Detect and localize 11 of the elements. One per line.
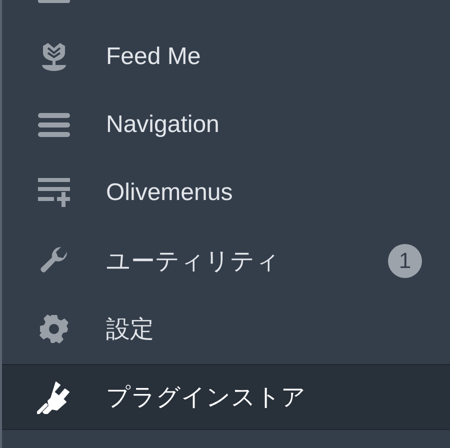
menu-item[interactable]: ユーティリティ 1 [2, 227, 450, 295]
menu-item[interactable]: 設定 [2, 295, 450, 363]
list-add-icon [38, 178, 70, 208]
menu-item[interactable]: Feed Me [2, 23, 450, 91]
menu-item[interactable]: Navigation [2, 91, 450, 159]
menu-item[interactable]: プラグインストア [2, 364, 450, 430]
count-badge: 1 [388, 244, 422, 278]
gear-icon [39, 314, 69, 344]
flower-icon [40, 42, 68, 72]
plug-icon [37, 380, 71, 414]
menu-item[interactable]: Olivemenus [2, 159, 450, 227]
